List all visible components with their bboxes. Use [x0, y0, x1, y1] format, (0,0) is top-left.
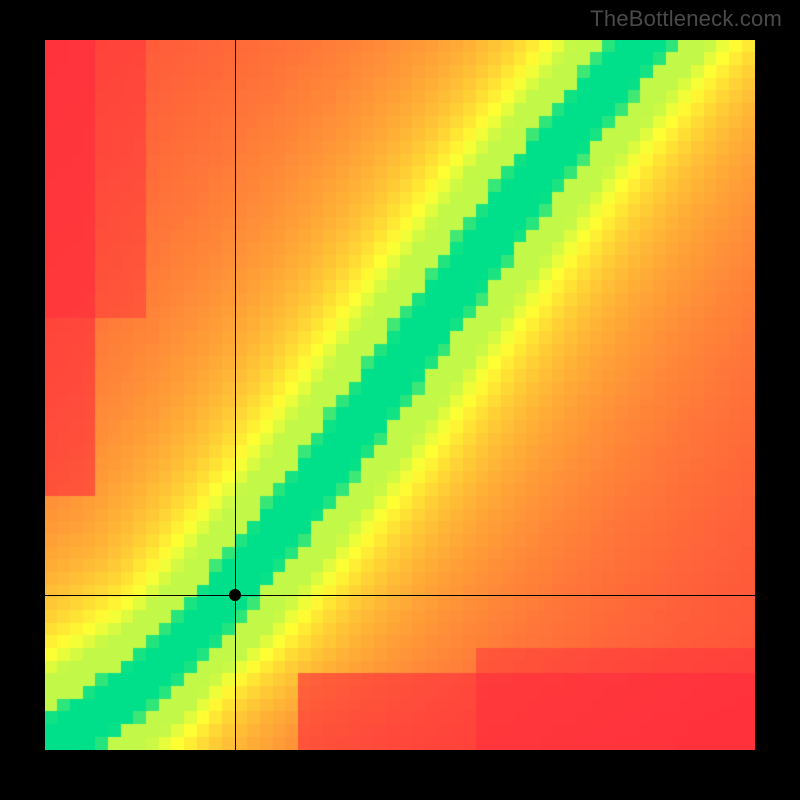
crosshair-horizontal — [45, 595, 755, 596]
chart-stage: TheBottleneck.com — [0, 0, 800, 800]
selected-point-marker — [229, 589, 241, 601]
watermark-label: TheBottleneck.com — [590, 6, 782, 32]
crosshair-vertical — [235, 40, 236, 750]
bottleneck-heatmap — [45, 40, 755, 750]
